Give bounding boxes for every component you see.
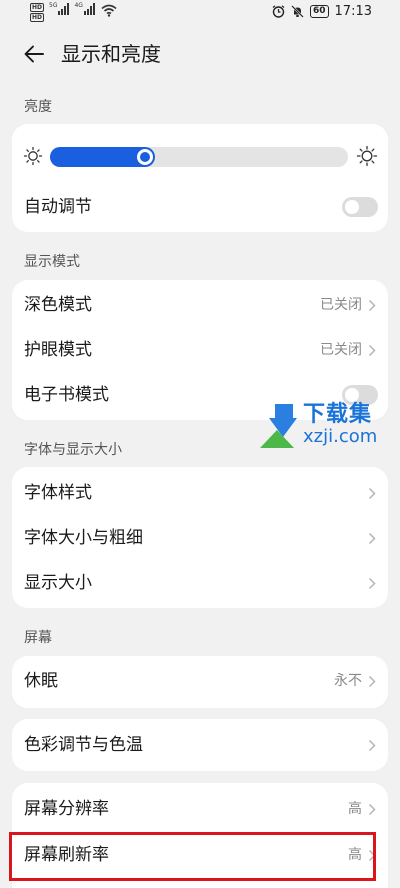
display-mode-card: 深色模式 已关闭 护眼模式 已关闭 电子书模式	[12, 280, 388, 420]
chevron-right-icon	[368, 487, 376, 500]
brightness-slider-thumb[interactable]	[137, 149, 153, 165]
chevron-right-icon	[368, 299, 376, 312]
resolution-value: 高	[348, 801, 362, 817]
sun-dim-icon	[23, 146, 43, 166]
chevron-right-icon	[368, 803, 376, 816]
signal-bars-icon	[83, 3, 95, 15]
ebook-mode-toggle[interactable]	[342, 385, 378, 405]
toggle-knob	[345, 388, 359, 402]
refresh-rate-value: 高	[348, 847, 362, 863]
sleep-label: 休眠	[24, 671, 58, 691]
hd-indicators: HD HD	[30, 3, 45, 22]
eye-comfort-row[interactable]: 护眼模式 已关闭	[12, 328, 388, 373]
alarm-icon	[272, 5, 285, 18]
section-label-brightness: 亮度	[24, 99, 52, 115]
display-size-row[interactable]: 显示大小	[12, 561, 388, 606]
section-label-screen: 屏幕	[24, 630, 52, 646]
color-temp-label: 色彩调节与色温	[24, 735, 143, 755]
sleep-value: 永不	[334, 673, 362, 689]
font-size-card: 字体样式 字体大小与粗细 显示大小	[12, 467, 388, 608]
network-type-label: 4G	[74, 2, 83, 9]
signal-2: 4G	[74, 2, 95, 15]
refresh-rate-label: 屏幕刷新率	[24, 845, 109, 865]
resolution-row[interactable]: 屏幕分辨率 高	[12, 787, 388, 832]
brightness-card: 自动调节	[12, 124, 388, 232]
font-size-weight-row[interactable]: 字体大小与粗细	[12, 516, 388, 561]
color-temp-card: 色彩调节与色温	[12, 719, 388, 771]
status-bar-left: HD HD 5G 4G	[30, 3, 117, 22]
status-bar: HD HD 5G 4G 60 17:13	[0, 0, 400, 28]
color-temp-row[interactable]: 色彩调节与色温	[12, 723, 388, 768]
ebook-mode-label: 电子书模式	[24, 385, 109, 405]
chevron-right-icon	[368, 739, 376, 752]
brightness-slider	[12, 136, 388, 178]
sun-bright-icon	[356, 145, 378, 167]
status-bar-right: 60 17:13	[272, 4, 372, 19]
auto-brightness-toggle[interactable]	[342, 197, 378, 217]
network-type-label: 5G	[49, 2, 58, 9]
chevron-right-icon	[368, 577, 376, 590]
battery-icon: 60	[310, 5, 329, 18]
chevron-right-icon	[368, 849, 376, 862]
section-label-display-mode: 显示模式	[24, 254, 80, 270]
wifi-icon	[101, 4, 117, 17]
hd-badge: HD	[30, 13, 45, 22]
watermark-domain: xzji.com	[303, 426, 378, 447]
sleep-card: 休眠 永不	[12, 656, 388, 708]
font-style-label: 字体样式	[24, 483, 92, 503]
eye-comfort-label: 护眼模式	[24, 340, 92, 360]
sleep-row[interactable]: 休眠 永不	[12, 659, 388, 704]
page-title: 显示和亮度	[61, 42, 161, 66]
dark-mode-label: 深色模式	[24, 295, 92, 315]
app-header: 显示和亮度	[0, 30, 400, 78]
chevron-right-icon	[368, 532, 376, 545]
back-arrow-icon[interactable]	[22, 42, 46, 66]
resolution-label: 屏幕分辨率	[24, 799, 109, 819]
refresh-rate-row[interactable]: 屏幕刷新率 高	[12, 833, 388, 878]
font-style-row[interactable]: 字体样式	[12, 471, 388, 516]
display-size-label: 显示大小	[24, 573, 92, 593]
font-size-weight-label: 字体大小与粗细	[24, 528, 143, 548]
section-label-font-size: 字体与显示大小	[24, 442, 122, 458]
chevron-right-icon	[368, 344, 376, 357]
dark-mode-value: 已关闭	[320, 297, 362, 313]
signal-bars-icon	[58, 3, 70, 15]
hd-badge: HD	[30, 3, 45, 12]
auto-brightness-label: 自动调节	[24, 197, 92, 217]
toggle-knob	[345, 200, 359, 214]
dark-mode-row[interactable]: 深色模式 已关闭	[12, 283, 388, 328]
brightness-slider-track[interactable]	[50, 147, 348, 167]
mute-bell-icon	[291, 5, 304, 18]
chevron-right-icon	[368, 675, 376, 688]
auto-brightness-row[interactable]: 自动调节	[12, 185, 388, 230]
resolution-card: 屏幕分辨率 高 屏幕刷新率 高	[12, 783, 388, 888]
ebook-mode-row[interactable]: 电子书模式	[12, 373, 388, 418]
signal-1: 5G	[49, 2, 70, 15]
eye-comfort-value: 已关闭	[320, 342, 362, 358]
clock: 17:13	[334, 4, 372, 19]
